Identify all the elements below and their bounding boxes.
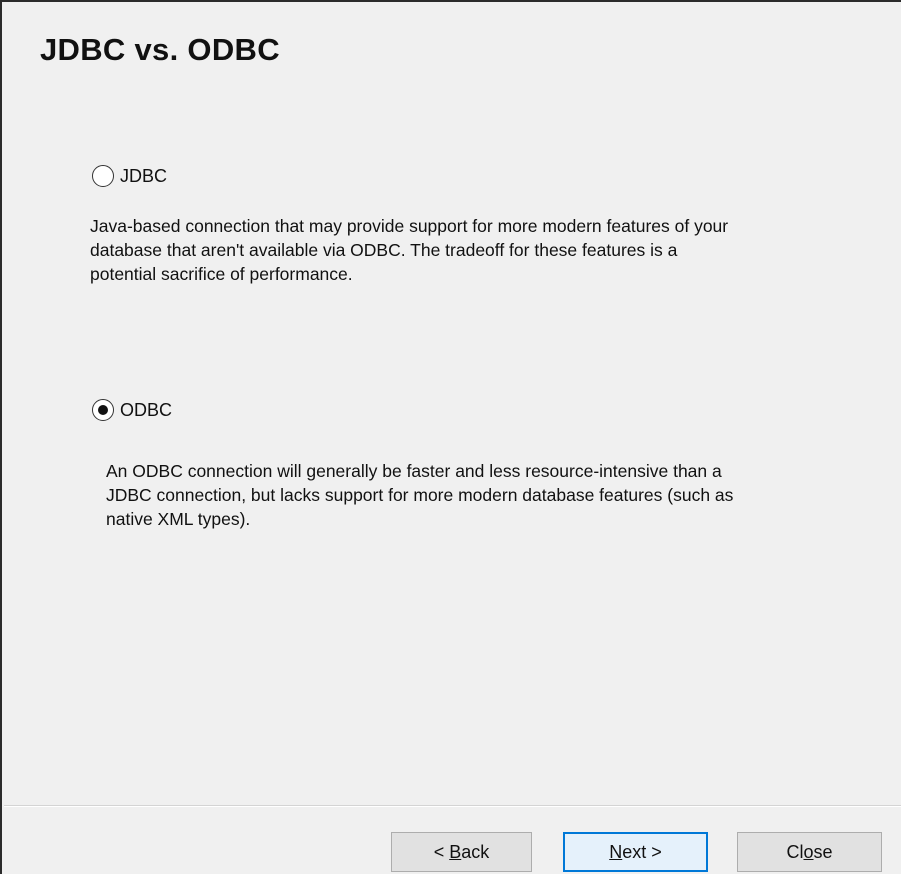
odbc-description: An ODBC connection will generally be fas…: [106, 461, 734, 529]
jdbc-radio-button[interactable]: [92, 165, 114, 187]
jdbc-radio-label[interactable]: JDBC: [120, 166, 167, 187]
jdbc-description: Java-based connection that may provide s…: [90, 216, 729, 284]
jdbc-radio-option[interactable]: JDBC: [92, 165, 167, 187]
footer-divider: [4, 805, 901, 807]
odbc-radio-button[interactable]: [92, 399, 114, 421]
next-button-suffix: ext >: [622, 841, 662, 862]
close-button-mnemonic: o: [803, 841, 814, 862]
odbc-radio-option[interactable]: ODBC: [92, 399, 172, 421]
back-button-mnemonic: B: [449, 841, 462, 862]
odbc-radio-label[interactable]: ODBC: [120, 400, 172, 421]
back-button-prefix: <: [433, 841, 450, 862]
close-button-prefix: Cl: [786, 841, 804, 862]
wizard-dialog: JDBC vs. ODBC JDBC Java-based connection…: [0, 0, 901, 874]
close-button[interactable]: Cl o se: [737, 832, 882, 872]
page-title: JDBC vs. ODBC: [40, 32, 280, 67]
back-button[interactable]: < Back: [391, 832, 532, 872]
next-button-mnemonic: N: [609, 841, 623, 862]
close-button-suffix: se: [813, 841, 833, 862]
next-button[interactable]: Next >: [563, 832, 708, 872]
back-button-suffix: ack: [461, 841, 490, 862]
